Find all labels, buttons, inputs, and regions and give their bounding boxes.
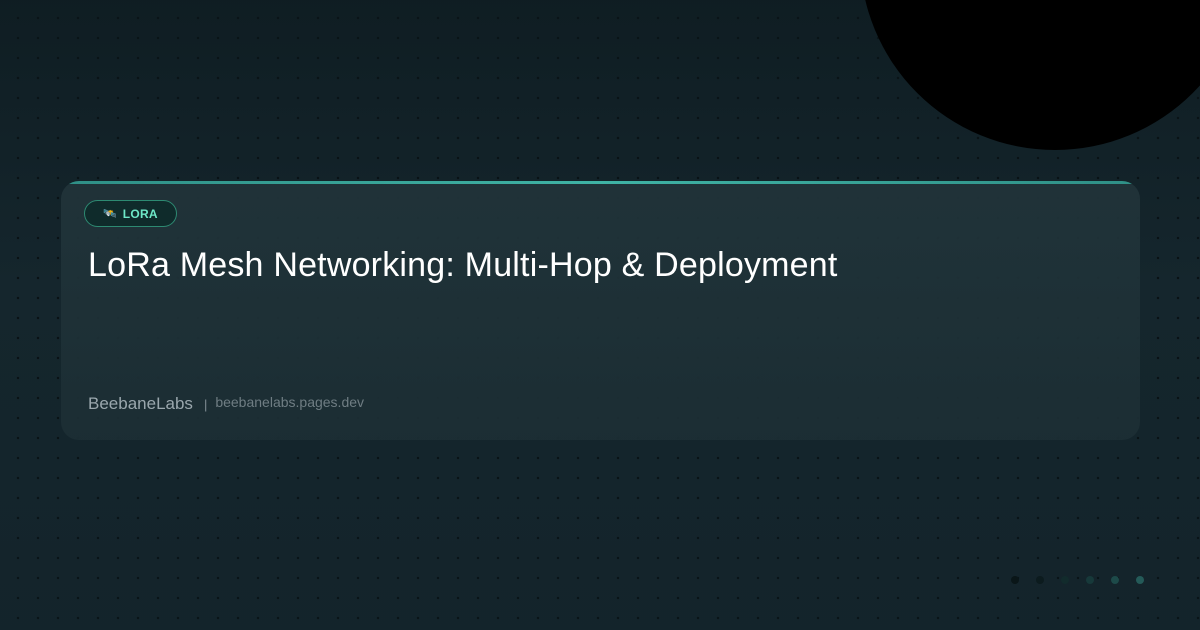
antenna-icon: 🛰️: [103, 207, 117, 220]
category-tag: 🛰️ LORA: [84, 200, 177, 227]
category-tag-label: LORA: [122, 206, 158, 221]
pagination-dot[interactable]: [1061, 576, 1069, 584]
card-accent-bar: [61, 181, 1140, 184]
article-title: LoRa Mesh Networking: Multi-Hop & Deploy…: [88, 246, 838, 284]
brand-name: BeebaneLabs: [88, 394, 193, 413]
pagination-dot[interactable]: [1011, 576, 1019, 584]
pagination-dot[interactable]: [1036, 576, 1044, 584]
card-footer: BeebaneLabs | beebanelabs.pages.dev: [88, 394, 364, 414]
pagination-dot[interactable]: [1086, 576, 1094, 584]
decorative-circle: [860, 0, 1200, 150]
site-domain: beebanelabs.pages.dev: [215, 394, 365, 410]
article-card: 🛰️ LORA LoRa Mesh Networking: Multi-Hop …: [61, 181, 1140, 440]
pagination-dot[interactable]: [1111, 576, 1119, 584]
footer-separator: |: [203, 397, 208, 412]
pagination-dot[interactable]: [1136, 576, 1144, 584]
pagination-dots: [1011, 576, 1144, 584]
